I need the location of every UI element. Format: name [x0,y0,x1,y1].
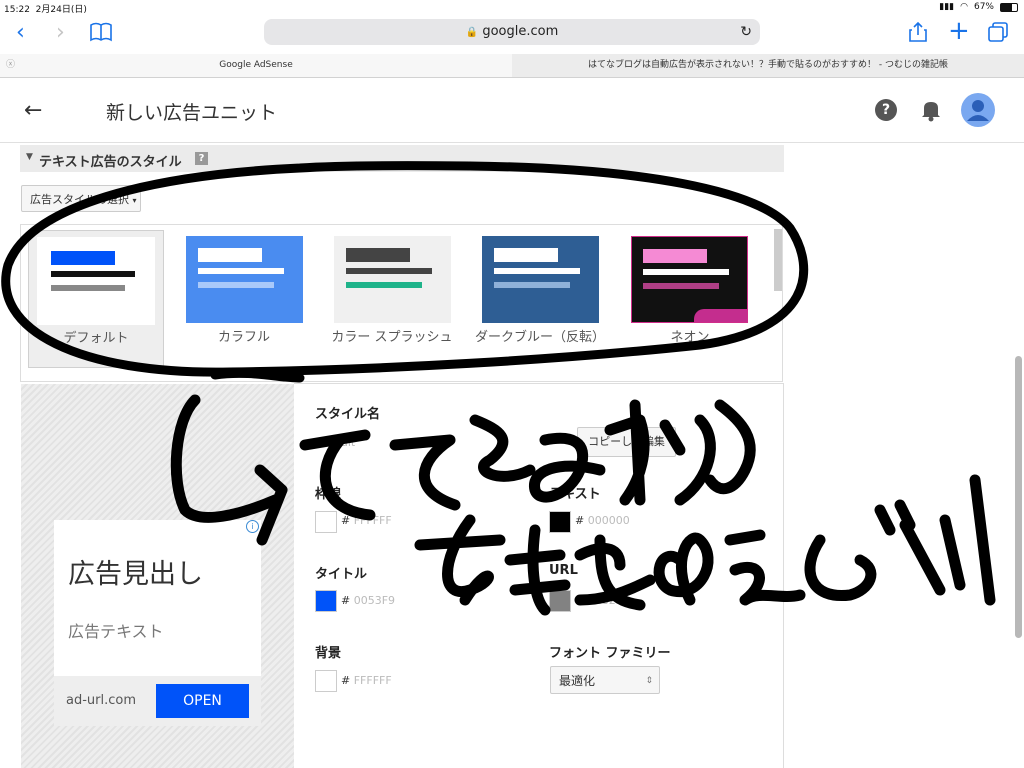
status-time: 15:22 [4,5,30,15]
style-name-value: Default [315,436,356,449]
avatar[interactable] [961,93,995,131]
bookmarks-icon[interactable] [90,22,112,46]
style-thumb-neon [631,236,748,323]
url-hex[interactable]: # 828282 [575,594,630,607]
lock-icon: 🔒 [465,27,479,38]
bg-label: 背景 [315,646,342,661]
adchoices-icon[interactable]: i [246,520,259,533]
scrollbar[interactable] [1015,356,1022,638]
style-name-label: スタイル名 [315,407,381,422]
signal-icon: ▮▮▮ [939,2,955,12]
ad-url: ad-url.com [66,693,137,708]
style-label: ネオン [670,330,710,345]
style-label: カラフル [217,330,270,345]
bg-swatch[interactable] [315,670,337,692]
url-text: google.com [482,24,559,39]
close-tab-icon[interactable]: ⓧ [6,54,15,77]
title-swatch[interactable] [315,590,337,612]
status-time-date: 15:22 2月24日(日) [4,2,87,15]
back-icon[interactable]: ‹ [16,20,25,46]
battery-icon [1000,2,1018,12]
app-header: ← 新しい広告ユニット ? [0,78,1024,143]
status-bar: 15:22 2月24日(日) ▮▮▮ ◠ 67% [0,0,1024,16]
style-option-default[interactable]: デフォルト [28,230,164,368]
url-color-label: URL [549,563,578,578]
bg-hex[interactable]: # FFFFFF [341,674,392,687]
tab-label: はてなブログは自動広告が表示されない！？手動で貼るのがおすすめ！ - つむじの雑… [588,60,948,70]
section-title: テキスト広告のスタイル [39,155,182,170]
style-option-neon[interactable]: ネオン [622,230,758,368]
font-family-select[interactable]: 最適化 ⇕ [550,666,660,694]
title-color-label: タイトル [315,567,368,582]
tabs-icon[interactable] [988,22,1008,46]
tab-bar: ⓧ Google AdSense はてなブログは自動広告が表示されない！？手動で… [0,54,1024,78]
copy-edit-button[interactable]: コピーして編集 [577,427,676,457]
text-swatch[interactable] [549,511,571,533]
ad-open-label: OPEN [183,693,222,709]
border-hex[interactable]: # FFFFFF [341,514,392,527]
preview-panel: i 広告見出し 広告テキスト ad-url.com OPEN [21,384,294,768]
url-swatch[interactable] [549,590,571,612]
style-thumb-dark-blue [482,236,599,323]
browser-toolbar: ‹ › 🔒 google.com ↻ + [0,16,1024,54]
status-date: 2月24日(日) [35,5,87,15]
style-label: ダークブルー（反転） [474,330,605,345]
help-small-icon[interactable]: ? [195,152,208,165]
style-select-button[interactable]: 広告スタイルの選択 ▾ [21,185,141,212]
style-option-dark-blue[interactable]: ダークブルー（反転） [472,230,608,368]
select-arrows-icon: ⇕ [645,676,653,686]
new-tab-icon[interactable]: + [948,16,970,46]
style-option-color-splash[interactable]: カラー スプラッシュ [322,230,458,368]
battery-percent: 67% [973,2,994,12]
status-right: ▮▮▮ ◠ 67% [939,2,1018,12]
style-label: デフォルト [63,331,129,346]
tab-label: Google AdSense [219,60,293,70]
wifi-icon: ◠ [960,2,968,12]
back-arrow-icon[interactable]: ← [24,98,42,123]
collapse-triangle-icon[interactable]: ▼ [26,152,33,162]
address-bar[interactable]: 🔒 google.com ↻ [264,19,760,45]
font-family-value: 最適化 [559,674,596,688]
tab-adsense[interactable]: ⓧ Google AdSense [0,54,512,77]
border-swatch[interactable] [315,511,337,533]
style-thumb-default [37,237,155,325]
tab-blog[interactable]: はてなブログは自動広告が表示されない！？手動で貼るのがおすすめ！ - つむじの雑… [512,54,1024,77]
gallery-scrollbar[interactable] [774,229,782,291]
forward-icon[interactable]: › [56,20,65,46]
style-label: カラー スプラッシュ [331,330,453,345]
style-thumb-colorful [186,236,303,323]
notifications-icon[interactable] [920,98,942,126]
help-icon[interactable]: ? [875,99,897,121]
chevron-down-icon: ▾ [132,196,137,205]
style-thumb-color-splash [334,236,451,323]
border-label: 枠線 [315,487,342,502]
divider [783,383,784,768]
ad-url-bar: ad-url.com OPEN [54,676,261,726]
reload-icon[interactable]: ↻ [740,19,752,45]
text-hex[interactable]: # 000000 [575,514,630,527]
style-option-colorful[interactable]: カラフル [176,230,312,368]
page-title: 新しい広告ユニット [106,102,278,124]
style-select-label: 広告スタイルの選択 [30,193,129,206]
ad-headline: 広告見出し [68,559,203,590]
divider [294,383,784,384]
share-icon[interactable] [908,21,928,47]
ad-text: 広告テキスト [68,622,164,641]
font-family-label: フォント ファミリー [549,646,671,661]
ad-open-button[interactable]: OPEN [156,684,249,718]
section-header[interactable]: ▼ テキスト広告のスタイル ? [20,145,784,172]
title-hex[interactable]: # 0053F9 [341,594,395,607]
text-label: テキスト [549,487,601,502]
copy-edit-label: コピーして編集 [588,435,665,448]
